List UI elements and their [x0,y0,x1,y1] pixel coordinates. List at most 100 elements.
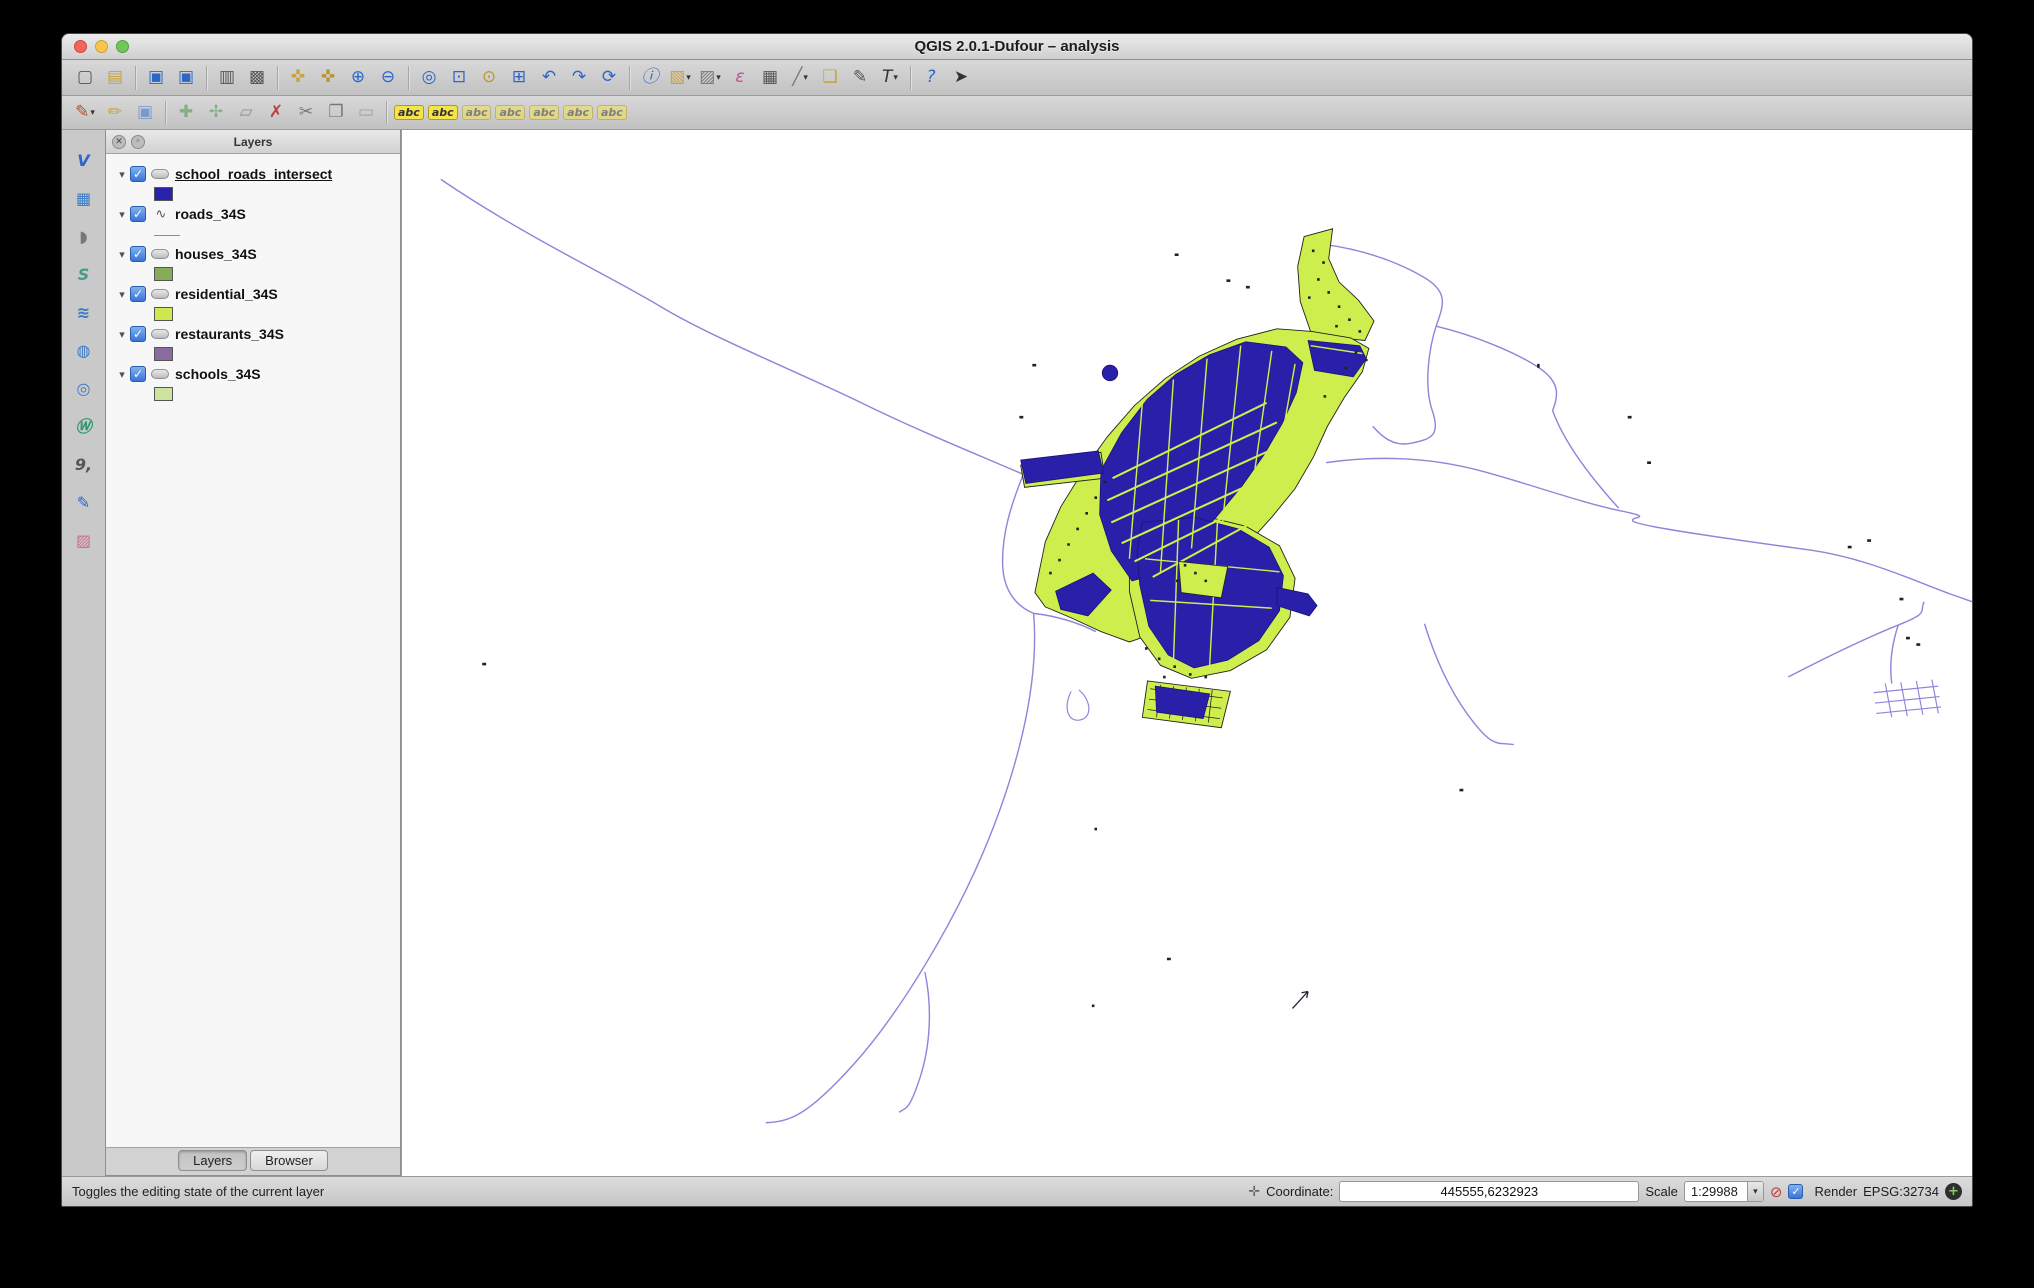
stop-render-icon[interactable]: ⊘ [1770,1183,1783,1201]
add-postgis-layer-button[interactable]: ◗ [67,222,101,252]
add-wcs-layer-button[interactable]: ◎ [67,374,101,404]
save-layer-edits-button[interactable]: ▣ [130,99,160,127]
layer-checkbox[interactable]: ✓ [130,366,146,382]
crs-status-button[interactable]: + [1945,1183,1962,1200]
panel-close-button[interactable]: ✕ [112,135,126,149]
node-tool-button[interactable]: ▱ [231,99,261,127]
coordinate-input[interactable] [1339,1181,1639,1202]
expander-icon[interactable]: ▾ [114,288,130,301]
mouse-position-icon[interactable]: ✛ [1248,1184,1260,1200]
zoom-next-button[interactable]: ↷ [564,64,594,92]
layer-label[interactable]: roads_34S [175,206,246,222]
identify-features-button[interactable]: ⓘ [635,64,665,92]
delete-selected-button[interactable]: ✗ [261,99,291,127]
paste-features-button[interactable]: ▭ [351,99,381,127]
label-pin-button[interactable]: abc [460,99,494,127]
label-show-hide-button[interactable]: abc [493,99,527,127]
add-wfs-layer-button[interactable]: Ⓦ [67,412,101,442]
select-features-button[interactable]: ▧▾ [665,64,695,92]
zoom-to-layer-button[interactable]: ⊞ [504,64,534,92]
remove-layer-button[interactable]: ▨ [67,526,101,556]
minimize-window-button[interactable] [95,40,108,53]
new-shapefile-layer-button[interactable]: ✎ [67,488,101,518]
zoom-native-button[interactable]: ◎ [414,64,444,92]
layer-checkbox[interactable]: ✓ [130,206,146,222]
expander-icon[interactable]: ▾ [114,168,130,181]
layer-checkbox[interactable]: ✓ [130,286,146,302]
zoom-last-button[interactable]: ↶ [534,64,564,92]
move-feature-button[interactable]: ✢ [201,99,231,127]
layer-swatch[interactable] [154,187,173,201]
add-wms-layer-button[interactable]: ◍ [67,336,101,366]
zoom-in-button[interactable]: ⊕ [343,64,373,92]
zoom-out-button[interactable]: ⊖ [373,64,403,92]
add-mssql-layer-button[interactable]: ≋ [67,298,101,328]
titlebar[interactable]: QGIS 2.0.1-Dufour – analysis [62,34,1972,60]
help-button[interactable]: ? [916,64,946,92]
add-raster-layer-button[interactable]: ▦ [67,184,101,214]
add-spatialite-layer-button[interactable]: S [67,260,101,290]
layer-label[interactable]: school_roads_intersect [175,166,332,182]
layer-item[interactable]: ▾ ✓ restaurants_34S [106,322,400,346]
refresh-map-button[interactable]: ⟳ [594,64,624,92]
layer-swatch[interactable] [154,307,173,321]
save-project-as-button[interactable]: ▣ [171,64,201,92]
tab-browser[interactable]: Browser [250,1150,328,1171]
current-edits-button[interactable]: ✎▾ [70,99,100,127]
cut-features-button[interactable]: ✂ [291,99,321,127]
pan-to-selection-button[interactable]: ✜ [313,64,343,92]
label-rotate-button[interactable]: abc [561,99,595,127]
add-feature-button[interactable]: ✚ [171,99,201,127]
layer-label[interactable]: residential_34S [175,286,278,302]
expander-icon[interactable]: ▾ [114,248,130,261]
zoom-window-button[interactable] [116,40,129,53]
zoom-to-selection-button[interactable]: ⊙ [474,64,504,92]
label-properties-button[interactable]: abc [595,99,629,127]
layer-item[interactable]: ▾ ✓ houses_34S [106,242,400,266]
layer-label[interactable]: schools_34S [175,366,261,382]
copy-features-button[interactable]: ❐ [321,99,351,127]
layer-swatch-line[interactable] [154,235,180,236]
layer-swatch[interactable] [154,267,173,281]
layer-item[interactable]: ▾ ✓ school_roads_intersect [106,162,400,186]
layer-item[interactable]: ▾ ✓ schools_34S [106,362,400,386]
layer-label[interactable]: houses_34S [175,246,257,262]
add-vector-layer-button[interactable]: V [67,146,101,176]
panel-float-button[interactable]: ◦ [131,135,145,149]
map-canvas[interactable] [401,130,1972,1176]
scale-combo[interactable]: 1:29988 ▾ [1684,1181,1764,1202]
close-window-button[interactable] [74,40,87,53]
expander-icon[interactable]: ▾ [114,208,130,221]
render-checkbox[interactable]: ✓ [1788,1184,1803,1199]
expander-icon[interactable]: ▾ [114,328,130,341]
scale-dropdown-icon[interactable]: ▾ [1747,1182,1763,1201]
select-by-expression-button[interactable]: ε [725,64,755,92]
deselect-features-button[interactable]: ▨▾ [695,64,725,92]
tab-layers[interactable]: Layers [178,1150,247,1171]
layer-labeling-button[interactable]: abc [392,99,426,127]
layer-swatch[interactable] [154,347,173,361]
layer-checkbox[interactable]: ✓ [130,326,146,342]
annotation-button[interactable]: ✎ [845,64,875,92]
attribute-table-button[interactable]: ▦ [755,64,785,92]
label-settings-button[interactable]: abc [426,99,460,127]
expander-icon[interactable]: ▾ [114,368,130,381]
save-project-button[interactable]: ▣ [141,64,171,92]
toggle-editing-button[interactable]: ✏ [100,99,130,127]
layer-checkbox[interactable]: ✓ [130,166,146,182]
open-project-button[interactable]: ▤ [100,64,130,92]
composer-manager-button[interactable]: ▩ [242,64,272,92]
new-project-button[interactable]: ▢ [70,64,100,92]
layer-swatch[interactable] [154,387,173,401]
whats-this-button[interactable]: ➤ [946,64,976,92]
measure-button[interactable]: ╱▾ [785,64,815,92]
new-print-composer-button[interactable]: ▥ [212,64,242,92]
zoom-full-button[interactable]: ⊡ [444,64,474,92]
text-annotation-button[interactable]: T▾ [875,64,905,92]
layer-label[interactable]: restaurants_34S [175,326,284,342]
map-tips-button[interactable]: ❏ [815,64,845,92]
layer-item[interactable]: ▾ ✓ ∿ roads_34S [106,202,400,226]
label-move-button[interactable]: abc [527,99,561,127]
add-delimited-text-layer-button[interactable]: 9, [67,450,101,480]
layer-checkbox[interactable]: ✓ [130,246,146,262]
